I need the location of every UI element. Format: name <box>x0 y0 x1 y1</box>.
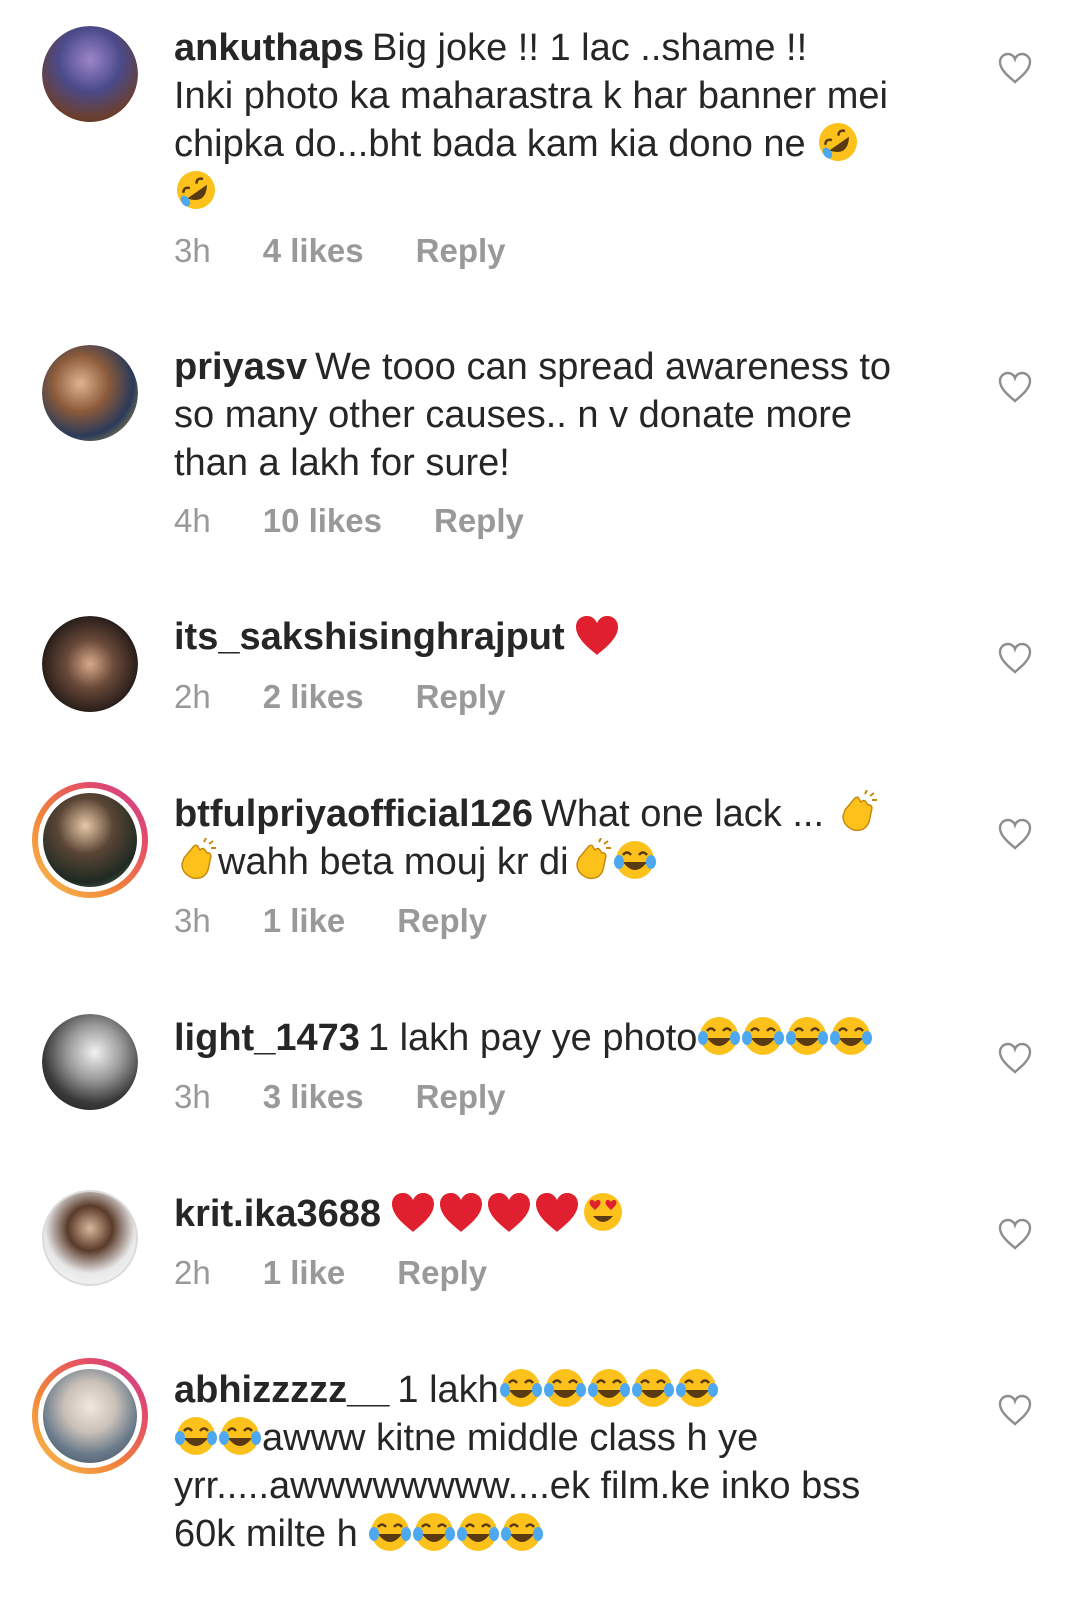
comment-meta: 2h 1 like Reply <box>174 1254 539 1292</box>
comment-likes[interactable]: 4 likes <box>263 232 364 270</box>
comment-body-line: wahh beta mouj kr di <box>218 841 569 883</box>
red-heart-emoji <box>573 613 621 657</box>
comment-username[interactable]: its_sakshisinghrajput <box>174 616 565 658</box>
comment-username[interactable]: btfulpriyaofficial126 <box>174 793 533 835</box>
tears-of-joy-emoji <box>785 1014 829 1058</box>
comment-text: priyasv We tooo can spread awareness to s… <box>174 343 974 487</box>
tears-of-joy-emoji <box>218 1414 262 1458</box>
reply-button[interactable]: Reply <box>416 678 506 716</box>
red-heart-emoji <box>533 1190 581 1234</box>
heart-outline-icon[interactable] <box>998 52 1032 84</box>
comment-likes[interactable]: 3 likes <box>263 1078 364 1116</box>
comment-meta: 3h 1 like Reply <box>174 902 539 940</box>
comment-time: 4h <box>174 502 211 539</box>
tears-of-joy-emoji <box>741 1014 785 1058</box>
comment-text: light_1473 1 lakh pay ye photo <box>174 1014 974 1062</box>
reply-button[interactable]: Reply <box>397 1254 487 1292</box>
tears-of-joy-emoji <box>412 1510 456 1554</box>
comment-meta: 3h 4 likes Reply <box>174 232 558 270</box>
comment-username[interactable]: ankuthaps <box>174 27 364 69</box>
comment-text: btfulpriyaofficial126 What one lack ... w… <box>174 790 974 886</box>
avatar[interactable] <box>32 1358 148 1474</box>
comment-meta: 4h 10 likes Reply <box>174 502 576 540</box>
comment-likes[interactable]: 10 likes <box>263 502 382 540</box>
story-ring <box>38 788 142 892</box>
reply-button[interactable]: Reply <box>416 232 506 270</box>
comment-username[interactable]: light_1473 <box>174 1017 360 1059</box>
comment-username[interactable]: krit.ika3688 <box>174 1193 381 1235</box>
heart-outline-icon[interactable] <box>998 371 1032 403</box>
tears-of-joy-emoji <box>675 1366 719 1410</box>
comment-body: What one lack ... <box>540 793 824 835</box>
comment-body: 1 lakh <box>397 1369 499 1411</box>
tears-of-joy-emoji <box>697 1014 741 1058</box>
heart-outline-icon[interactable] <box>998 642 1032 674</box>
reply-button[interactable]: Reply <box>416 1078 506 1116</box>
red-heart-emoji <box>437 1190 485 1234</box>
avatar[interactable] <box>32 782 148 898</box>
avatar[interactable] <box>42 1014 138 1110</box>
comment-body-line: Inki photo ka maharastra k har banner me… <box>174 75 888 117</box>
story-ring <box>38 1364 142 1468</box>
tears-of-joy-emoji <box>174 1414 218 1458</box>
comment-username[interactable]: priyasv <box>174 346 307 388</box>
comment-time: 2h <box>174 678 211 715</box>
comment-likes[interactable]: 1 like <box>263 1254 346 1292</box>
rolling-on-floor-laughing-emoji <box>174 168 218 212</box>
heart-outline-icon[interactable] <box>998 1394 1032 1426</box>
comment-meta: 3h 3 likes Reply <box>174 1078 558 1116</box>
avatar[interactable] <box>42 1190 138 1286</box>
comment-body: 1 lakh pay ye photo <box>367 1017 698 1059</box>
comment-text: krit.ika3688 <box>174 1190 974 1238</box>
comment-time: 3h <box>174 232 211 269</box>
heart-outline-icon[interactable] <box>998 1042 1032 1074</box>
tears-of-joy-emoji <box>456 1510 500 1554</box>
tears-of-joy-emoji <box>587 1366 631 1410</box>
heart-eyes-emoji <box>581 1190 625 1234</box>
comment-body-line: 60k milte h <box>174 1513 358 1555</box>
comment-body-line: so many other causes.. n v donate more <box>174 394 853 436</box>
heart-outline-icon[interactable] <box>998 1218 1032 1250</box>
comment-body: Big joke !! 1 lac ..shame !! <box>372 27 808 69</box>
comment-likes[interactable]: 1 like <box>263 902 346 940</box>
avatar[interactable] <box>42 26 138 122</box>
tears-of-joy-emoji <box>613 838 657 882</box>
comment-body-line: yrr.....awwwwwwww....ek film.ke inko bss <box>174 1465 861 1507</box>
comment-body-line: than a lakh for sure! <box>174 442 510 484</box>
comment-meta: 2h 2 likes Reply <box>174 678 558 716</box>
tears-of-joy-emoji <box>500 1510 544 1554</box>
comment-time: 2h <box>174 1254 211 1291</box>
red-heart-emoji <box>389 1190 437 1234</box>
clapping-hands-emoji <box>835 790 879 834</box>
comment-body: We tooo can spread awareness to <box>315 346 892 388</box>
tears-of-joy-emoji <box>499 1366 543 1410</box>
comment-time: 3h <box>174 1078 211 1115</box>
comment-text: its_sakshisinghrajput <box>174 613 974 661</box>
clapping-hands-emoji <box>174 838 218 882</box>
avatar[interactable] <box>42 616 138 712</box>
comment-text: abhizzzzz__ 1 lakh awww kitne middle clas… <box>174 1366 974 1558</box>
comment-time: 3h <box>174 902 211 939</box>
reply-button[interactable]: Reply <box>434 502 524 540</box>
tears-of-joy-emoji <box>543 1366 587 1410</box>
clapping-hands-emoji <box>569 838 613 882</box>
red-heart-emoji <box>485 1190 533 1234</box>
tears-of-joy-emoji <box>368 1510 412 1554</box>
comment-likes[interactable]: 2 likes <box>263 678 364 716</box>
heart-outline-icon[interactable] <box>998 818 1032 850</box>
tears-of-joy-emoji <box>631 1366 675 1410</box>
reply-button[interactable]: Reply <box>397 902 487 940</box>
avatar[interactable] <box>42 345 138 441</box>
comment-username[interactable]: abhizzzzz__ <box>174 1369 389 1411</box>
rolling-on-floor-laughing-emoji <box>816 120 860 164</box>
tears-of-joy-emoji <box>829 1014 873 1058</box>
comment-body-line: awww kitne middle class h ye <box>262 1417 759 1459</box>
comment-text: ankuthaps Big joke !! 1 lac ..shame !! In… <box>174 24 974 216</box>
comment-body-line: chipka do...bht bada kam kia dono ne <box>174 123 806 165</box>
